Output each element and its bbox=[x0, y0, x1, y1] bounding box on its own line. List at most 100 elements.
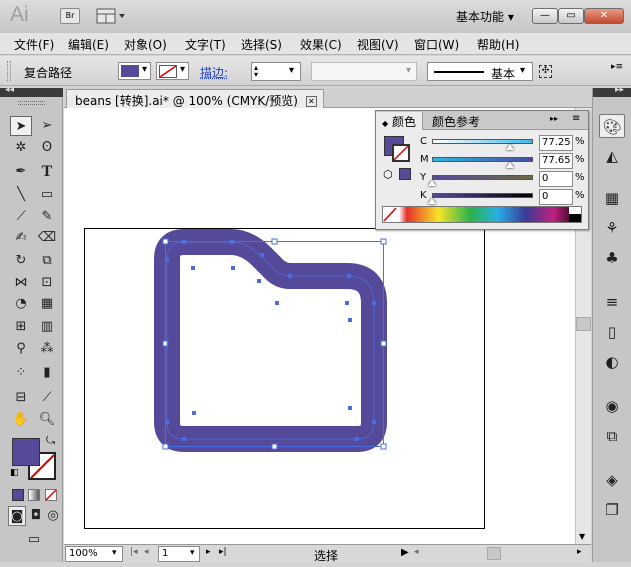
page-dropdown[interactable]: 1 ▾ bbox=[158, 546, 200, 562]
menu-select[interactable]: 选择(S) bbox=[241, 36, 282, 53]
workspace-switcher[interactable]: 基本功能 ▾ bbox=[456, 8, 514, 25]
magic-wand-tool-icon[interactable]: ✲ bbox=[10, 138, 32, 158]
lasso-tool-icon[interactable]: ʘ bbox=[36, 138, 58, 158]
expand-icon[interactable]: ▸▸ bbox=[615, 85, 624, 95]
menu-file[interactable]: 文件(F) bbox=[14, 36, 54, 53]
color-panel-icon[interactable]: 🎨︎ bbox=[599, 114, 625, 138]
none-color-icon[interactable] bbox=[383, 207, 397, 222]
panel-stroke-swatch[interactable] bbox=[392, 144, 410, 162]
slider-track-y[interactable] bbox=[432, 175, 533, 180]
slider-thumb-k[interactable] bbox=[428, 198, 436, 204]
tab-document[interactable]: beans [转换].ai* @ 100% (CMYK/预览) ✕ bbox=[66, 89, 324, 108]
transform-icon[interactable]: ✣ bbox=[539, 65, 552, 78]
eyedropper-tool-icon[interactable]: ⚲ bbox=[10, 339, 32, 359]
gradient-mode-button[interactable] bbox=[28, 489, 40, 501]
slider-value-c[interactable]: 77.25 bbox=[539, 135, 573, 151]
selection-tool-icon[interactable]: ➤ bbox=[10, 116, 32, 136]
free-transform-tool-icon[interactable]: ⊡ bbox=[36, 273, 58, 293]
menu-help[interactable]: 帮助(H) bbox=[477, 36, 519, 53]
direct-selection-tool-icon[interactable]: ➢ bbox=[36, 116, 58, 136]
next-page-icon[interactable]: ▸ bbox=[206, 547, 211, 557]
symbol-sprayer-tool-icon[interactable]: ⁘ bbox=[10, 363, 32, 383]
rotate-tool-icon[interactable]: ↻ bbox=[10, 251, 32, 271]
menu-object[interactable]: 对象(O) bbox=[124, 36, 167, 53]
slider-thumb-m[interactable] bbox=[506, 162, 514, 168]
minimize-button[interactable]: — bbox=[532, 8, 558, 24]
color-guide-icon[interactable]: ◭ bbox=[599, 144, 625, 168]
blob-brush-tool-icon[interactable]: ✍ bbox=[10, 228, 32, 248]
prev-page-icon[interactable]: ◂ bbox=[144, 547, 149, 557]
none-mode-icon[interactable] bbox=[45, 489, 57, 501]
slider-value-m[interactable]: 77.65 bbox=[539, 153, 573, 169]
slider-track-m[interactable] bbox=[432, 157, 533, 162]
close-button[interactable]: ✕ bbox=[584, 8, 624, 24]
brush-definition-dropdown[interactable]: 基本 ▾ bbox=[427, 62, 533, 81]
brushes-icon[interactable]: ⚘ bbox=[599, 216, 625, 240]
arrange-documents-button[interactable] bbox=[96, 7, 128, 25]
slider-value-k[interactable]: 0 bbox=[539, 189, 573, 205]
last-page-icon[interactable]: ▸| bbox=[219, 547, 227, 557]
panel-menu-icon[interactable]: ▸≡ bbox=[611, 62, 623, 72]
artboards-icon[interactable]: ❐ bbox=[599, 498, 625, 522]
width-tool-icon[interactable]: ⋈ bbox=[10, 273, 32, 293]
transparency-icon[interactable]: ◐ bbox=[599, 350, 625, 374]
menu-effect[interactable]: 效果(C) bbox=[300, 36, 342, 53]
eraser-tool-icon[interactable]: ⌫ bbox=[36, 228, 58, 248]
slider-value-y[interactable]: 0 bbox=[539, 171, 573, 187]
scroll-left-icon[interactable]: ◂ bbox=[414, 547, 419, 557]
swap-fill-stroke-icon[interactable]: ⤿ bbox=[46, 434, 55, 448]
mesh-tool-icon[interactable]: ⊞ bbox=[10, 317, 32, 337]
restore-button[interactable]: ▭ bbox=[558, 8, 584, 24]
out-of-gamut-icon[interactable]: ⬡ bbox=[383, 168, 393, 181]
graphic-styles-icon[interactable]: ⧉ bbox=[599, 424, 625, 448]
close-icon[interactable]: ✕ bbox=[306, 96, 317, 107]
zoom-dropdown[interactable]: 100% ▾ bbox=[65, 546, 123, 562]
stroke-color-dropdown[interactable]: ▾ bbox=[156, 62, 189, 80]
draw-normal-icon[interactable]: ◙ bbox=[8, 506, 26, 526]
collapse-panel-icon[interactable]: ▸▸ bbox=[550, 114, 558, 123]
grip-handle[interactable] bbox=[7, 61, 11, 81]
draw-inside-icon[interactable]: ◎ bbox=[45, 506, 61, 526]
perspective-grid-tool-icon[interactable]: ▦ bbox=[36, 294, 58, 314]
bridge-button[interactable]: Br bbox=[60, 8, 80, 24]
default-colors-icon[interactable]: ◧ bbox=[10, 468, 19, 478]
gradient-panel-icon[interactable]: ▯ bbox=[599, 320, 625, 344]
slider-thumb-y[interactable] bbox=[428, 180, 436, 186]
type-tool-icon[interactable]: T bbox=[36, 162, 58, 182]
stroke-weight-input[interactable]: ▴ ▾ ▾ bbox=[251, 62, 301, 81]
appearance-icon[interactable]: ◉ bbox=[599, 394, 625, 418]
swatches-icon[interactable]: ▦ bbox=[599, 186, 625, 210]
blend-tool-icon[interactable]: ⁂ bbox=[36, 339, 58, 359]
zoom-tool-icon[interactable]: 🔍︎ bbox=[36, 410, 58, 430]
draw-behind-icon[interactable]: ◘ bbox=[27, 506, 45, 526]
pencil-tool-icon[interactable]: ✎ bbox=[36, 207, 58, 227]
variable-width-dropdown[interactable]: ▾ bbox=[311, 62, 417, 81]
scale-tool-icon[interactable]: ⧉ bbox=[36, 251, 58, 271]
symbols-icon[interactable]: ♣ bbox=[599, 246, 625, 270]
first-page-icon[interactable]: |◂ bbox=[130, 547, 138, 557]
tab-color-guide[interactable]: 颜色参考 bbox=[426, 112, 486, 130]
web-safe-color-swatch[interactable] bbox=[399, 168, 411, 180]
color-mode-button[interactable] bbox=[12, 489, 24, 501]
gradient-tool-icon[interactable]: ▥ bbox=[36, 317, 58, 337]
slider-track-c[interactable] bbox=[432, 139, 533, 144]
color-spectrum-bar[interactable] bbox=[382, 206, 582, 223]
shape-builder-tool-icon[interactable]: ◔ bbox=[10, 294, 32, 314]
screen-mode-icon[interactable]: ▭ bbox=[22, 530, 46, 550]
column-graph-tool-icon[interactable]: ▮ bbox=[36, 363, 58, 383]
stroke-link[interactable]: 描边: bbox=[200, 64, 228, 81]
layers-icon[interactable]: ◈ bbox=[599, 468, 625, 492]
menu-window[interactable]: 窗口(W) bbox=[414, 36, 459, 53]
slider-track-k[interactable] bbox=[432, 193, 533, 198]
pen-tool-icon[interactable]: ✒ bbox=[10, 162, 32, 182]
slice-tool-icon[interactable]: ⟋ bbox=[36, 388, 58, 408]
menu-view[interactable]: 视图(V) bbox=[357, 36, 399, 53]
hand-tool-icon[interactable]: ✋ bbox=[10, 410, 32, 430]
horizontal-scroll-thumb[interactable] bbox=[487, 547, 501, 560]
rectangle-tool-icon[interactable]: ▭ bbox=[36, 185, 58, 205]
status-menu-icon[interactable]: ▶ bbox=[401, 547, 409, 558]
grip-handle[interactable] bbox=[18, 101, 45, 105]
white-swatch[interactable] bbox=[569, 207, 581, 214]
line-tool-icon[interactable]: ╲ bbox=[10, 185, 32, 205]
panel-menu-icon[interactable]: ≡ bbox=[572, 113, 580, 124]
